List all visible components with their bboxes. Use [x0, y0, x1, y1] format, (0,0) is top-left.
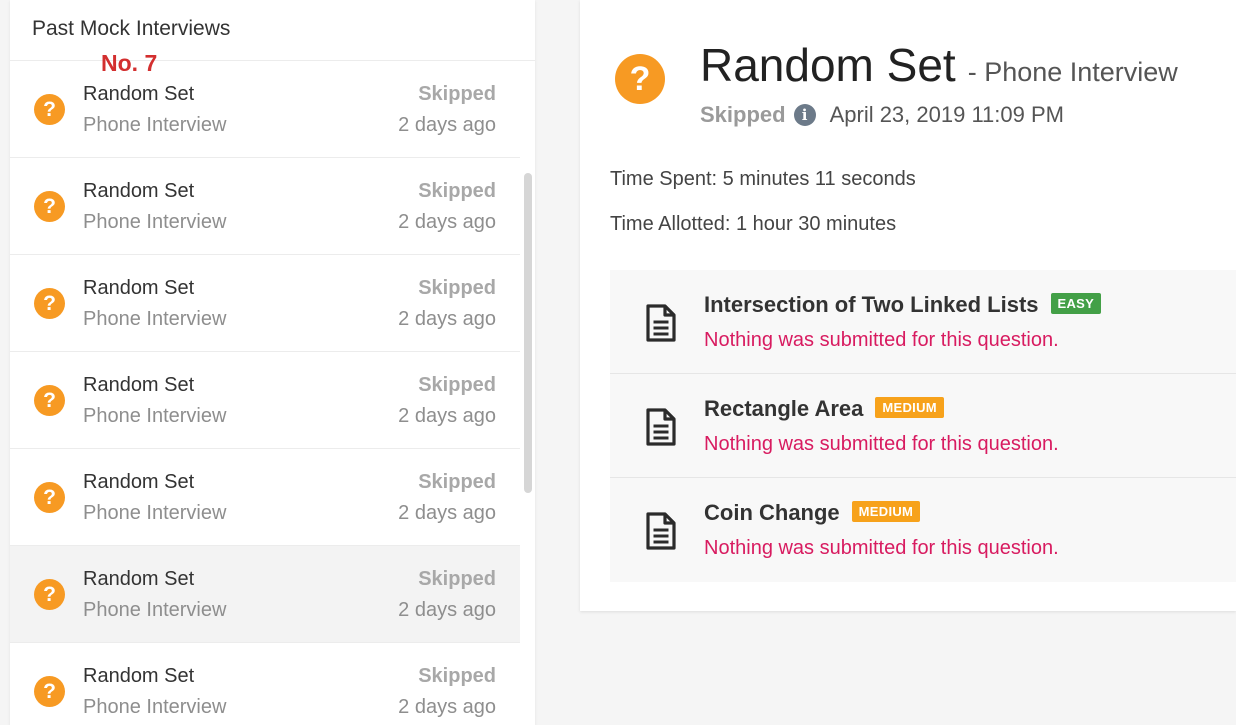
list-item[interactable]: ? Random Set Phone Interview Skipped 2 d… [10, 449, 520, 546]
item-status: Skipped [418, 83, 496, 105]
question-row[interactable]: Intersection of Two Linked Lists EASY Not… [610, 270, 1236, 374]
item-title: Random Set [83, 665, 195, 687]
question-row[interactable]: Rectangle Area MEDIUM Nothing was submitt… [610, 374, 1236, 478]
list-item[interactable]: ? Random Set Phone Interview Skipped 2 d… [10, 158, 520, 255]
item-status: Skipped [418, 568, 496, 590]
detail-title-text: Random Set [700, 39, 956, 91]
difficulty-badge: MEDIUM [851, 501, 921, 522]
question-title[interactable]: Coin Change MEDIUM [704, 500, 921, 526]
question-note: Nothing was submitted for this question. [704, 537, 1059, 559]
item-title: Random Set [83, 568, 195, 590]
item-title: Random Set [83, 180, 195, 202]
item-subtitle: Phone Interview [83, 211, 227, 233]
item-time: 2 days ago [398, 502, 496, 524]
scrollbar-track[interactable] [520, 61, 535, 725]
document-icon [646, 512, 676, 550]
item-time: 2 days ago [398, 405, 496, 427]
detail-type: - Phone Interview [967, 57, 1178, 87]
question-name[interactable]: Coin Change [704, 500, 840, 525]
item-time: 2 days ago [398, 599, 496, 621]
item-title: Random Set [83, 374, 195, 396]
question-row[interactable]: Coin Change MEDIUM Nothing was submitted … [610, 478, 1236, 582]
list-item[interactable]: ? Random Set Phone Interview Skipped 2 d… [10, 255, 520, 352]
list-item[interactable]: ? Random Set Phone Interview Skipped 2 d… [10, 643, 520, 725]
item-status: Skipped [418, 471, 496, 493]
question-name[interactable]: Intersection of Two Linked Lists [704, 292, 1039, 317]
info-icon[interactable]: i [793, 104, 816, 126]
question-circle-icon: ? [34, 94, 65, 125]
item-status: Skipped [418, 277, 496, 299]
item-status: Skipped [418, 180, 496, 202]
question-circle-icon: ? [34, 191, 65, 222]
question-list: Intersection of Two Linked Lists EASY Not… [610, 270, 1236, 582]
question-circle-icon: ? [34, 482, 65, 513]
item-title: Random Set [83, 83, 195, 105]
detail-title: Random Set - Phone Interview [700, 38, 1178, 92]
item-title: Random Set [83, 471, 195, 493]
time-spent: Time Spent: 5 minutes 11 seconds [610, 168, 916, 190]
panel-header: Past Mock Interviews [10, 0, 535, 61]
past-interviews-panel: Past Mock Interviews No. 7 ? Random Set … [10, 0, 535, 725]
question-circle-icon: ? [34, 676, 65, 707]
document-icon [646, 304, 676, 342]
list-item[interactable]: ? Random Set Phone Interview Skipped 2 d… [10, 61, 520, 158]
question-title[interactable]: Intersection of Two Linked Lists EASY [704, 292, 1102, 318]
item-time: 2 days ago [398, 211, 496, 233]
time-allotted: Time Allotted: 1 hour 30 minutes [610, 213, 897, 235]
item-title: Random Set [83, 277, 195, 299]
list-item-selected[interactable]: ? Random Set Phone Interview Skipped 2 d… [10, 546, 520, 643]
item-status: Skipped [418, 374, 496, 396]
question-circle-icon: ? [34, 579, 65, 610]
status-date: April 23, 2019 11:09 PM [829, 102, 1064, 127]
question-note: Nothing was submitted for this question. [704, 433, 1059, 455]
item-subtitle: Phone Interview [83, 114, 227, 136]
list-item[interactable]: ? Random Set Phone Interview Skipped 2 d… [10, 352, 520, 449]
panel-title: Past Mock Interviews [32, 17, 231, 40]
item-subtitle: Phone Interview [83, 405, 227, 427]
item-time: 2 days ago [398, 114, 496, 136]
scrollbar-thumb[interactable] [524, 173, 532, 493]
item-subtitle: Phone Interview [83, 502, 227, 524]
interview-detail-panel: ? Random Set - Phone Interview Skipped i Ap… [580, 0, 1236, 611]
item-subtitle: Phone Interview [83, 599, 227, 621]
item-status: Skipped [418, 665, 496, 687]
document-icon [646, 408, 676, 446]
question-circle-icon: ? [615, 54, 665, 104]
status-line: Skipped i April 23, 2019 11:09 PM [700, 102, 1064, 128]
question-circle-icon: ? [34, 385, 65, 416]
difficulty-badge: EASY [1050, 293, 1102, 314]
item-subtitle: Phone Interview [83, 696, 227, 718]
difficulty-badge: MEDIUM [875, 397, 944, 418]
item-subtitle: Phone Interview [83, 308, 227, 330]
annotation-label: No. 7 [101, 50, 158, 76]
interview-list: ? Random Set Phone Interview Skipped 2 d… [10, 61, 520, 725]
item-time: 2 days ago [398, 308, 496, 330]
question-note: Nothing was submitted for this question. [704, 329, 1059, 351]
item-time: 2 days ago [398, 696, 496, 718]
question-title[interactable]: Rectangle Area MEDIUM [704, 396, 944, 422]
status-text: Skipped [700, 102, 786, 127]
question-circle-icon: ? [34, 288, 65, 319]
question-name[interactable]: Rectangle Area [704, 396, 863, 421]
